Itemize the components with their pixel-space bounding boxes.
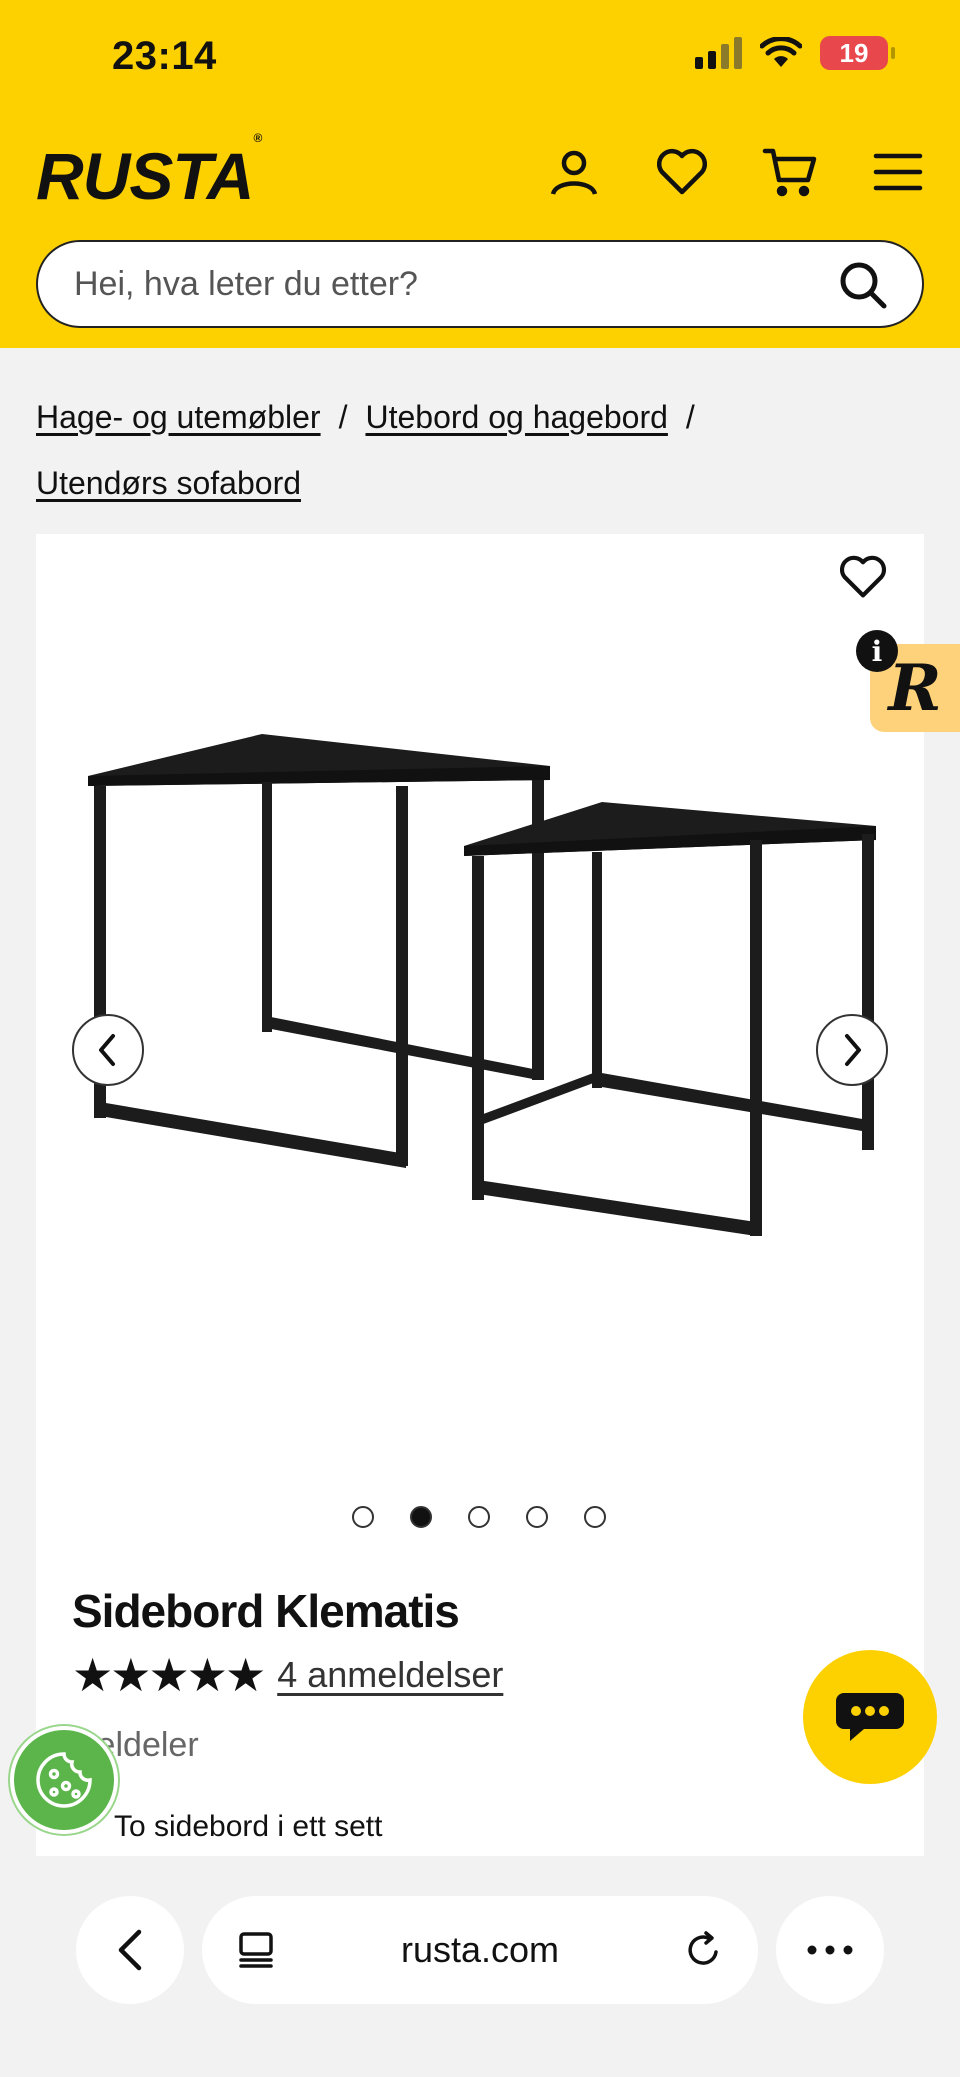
cart-icon xyxy=(762,148,817,197)
breadcrumb-link-hage-og-utemobler[interactable]: Hage- og utemøbler xyxy=(36,399,321,435)
previous-image-button[interactable] xyxy=(72,1014,144,1086)
cart-button[interactable] xyxy=(760,142,820,202)
search-input[interactable] xyxy=(74,242,834,326)
info-icon[interactable]: i xyxy=(856,630,898,672)
product-card: Sidebord Klematis ★★★★★ 4 anmeldelser De… xyxy=(36,534,924,1874)
chevron-left-icon xyxy=(99,1034,115,1066)
account-button[interactable] xyxy=(544,142,604,202)
cookie-icon xyxy=(36,1752,92,1808)
search-icon[interactable] xyxy=(838,260,888,310)
tab-overview-icon[interactable] xyxy=(236,1930,276,1970)
status-icons: 19 xyxy=(695,36,895,70)
menu-button[interactable] xyxy=(868,142,928,202)
wifi-icon xyxy=(760,37,802,67)
image-dot-1[interactable] xyxy=(352,1506,374,1528)
back-arrow-icon xyxy=(118,1929,142,1971)
status-time: 23:14 xyxy=(112,34,217,78)
star-rating-icon: ★★★★★ xyxy=(72,1649,266,1701)
product-rating: ★★★★★ 4 anmeldelser xyxy=(72,1652,503,1698)
product-image[interactable] xyxy=(36,714,924,1354)
cellular-signal-icon xyxy=(695,37,742,69)
wishlist-button[interactable] xyxy=(652,142,712,202)
reload-icon[interactable] xyxy=(684,1930,724,1970)
menu-icon xyxy=(873,153,923,191)
browser-toolbar: rusta.com xyxy=(0,1856,960,2077)
heart-icon xyxy=(656,148,708,195)
product-title: Sidebord Klematis xyxy=(72,1585,460,1637)
site-header: 23:14 19 RUSTA® xyxy=(0,0,960,348)
image-pagination xyxy=(352,1506,606,1528)
image-dot-2[interactable] xyxy=(410,1506,432,1528)
battery-indicator: 19 xyxy=(820,36,895,70)
rusta-logo[interactable]: RUSTA® xyxy=(36,131,262,214)
image-dot-3[interactable] xyxy=(468,1506,490,1528)
add-to-wishlist-icon[interactable] xyxy=(838,554,888,600)
cookie-settings-button[interactable] xyxy=(10,1726,118,1834)
page-url: rusta.com xyxy=(400,1929,560,1970)
reviews-link[interactable]: 4 anmeldelser xyxy=(277,1654,503,1696)
breadcrumb: Hage- og utemøbler / Utebord og hagebord / … xyxy=(36,399,695,501)
breadcrumb-link-utendors-sofabord[interactable]: Utendørs sofabord xyxy=(36,465,301,501)
search-bar[interactable] xyxy=(36,240,924,328)
user-icon xyxy=(550,150,598,195)
more-options-icon xyxy=(807,1945,853,1955)
breadcrumb-link-utebord-og-hagebord[interactable]: Utebord og hagebord xyxy=(365,399,667,435)
address-bar[interactable]: rusta.com xyxy=(202,1896,758,2004)
image-dot-5[interactable] xyxy=(584,1506,606,1528)
browser-more-button[interactable] xyxy=(776,1896,884,2004)
browser-back-button[interactable] xyxy=(76,1896,184,2004)
next-image-button[interactable] xyxy=(816,1014,888,1086)
chat-bubble-icon xyxy=(836,1693,904,1741)
image-dot-4[interactable] xyxy=(526,1506,548,1528)
product-feature: To sidebord i ett sett xyxy=(68,1810,383,1844)
chevron-right-icon xyxy=(845,1034,861,1066)
chat-button[interactable] xyxy=(803,1650,937,1784)
